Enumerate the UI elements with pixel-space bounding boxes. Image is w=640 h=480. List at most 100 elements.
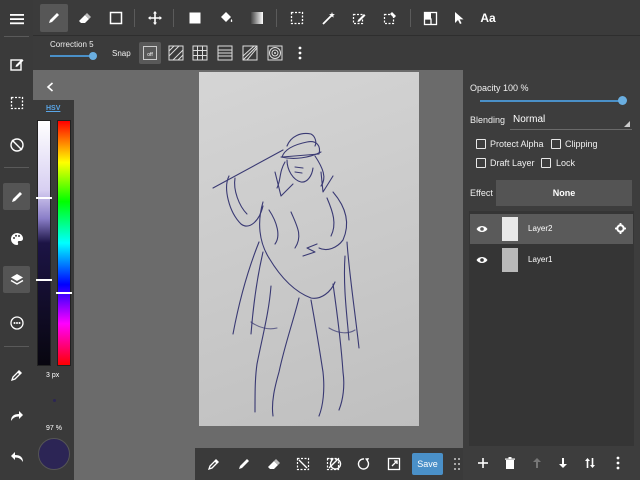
no-rotate-icon xyxy=(9,137,24,152)
hue-slider[interactable] xyxy=(57,120,71,366)
color-palette-button[interactable] xyxy=(3,225,30,252)
layer-opacity-label: Opacity 100 % xyxy=(470,83,529,93)
collapse-panel-button[interactable] xyxy=(40,78,60,96)
eye-icon[interactable] xyxy=(476,256,488,264)
palette-icon xyxy=(10,232,23,245)
magic-wand-tool-button[interactable] xyxy=(314,4,342,32)
effect-value: None xyxy=(552,188,576,198)
layers-icon xyxy=(10,273,23,285)
add-layer-button[interactable] xyxy=(471,450,495,476)
layer2-name: Layer2 xyxy=(528,224,553,233)
gradient-icon xyxy=(251,12,263,24)
undo-button[interactable] xyxy=(3,443,30,470)
draft-layer-checkbox[interactable] xyxy=(476,158,486,168)
canvas-paper[interactable] xyxy=(199,72,419,426)
eraser-tool-button[interactable] xyxy=(71,4,99,32)
hue-slider-marker[interactable] xyxy=(56,292,72,294)
snap-off-button[interactable]: off xyxy=(139,42,161,64)
rotate-left-button[interactable] xyxy=(322,452,348,476)
rectangle-tool-button[interactable] xyxy=(102,4,130,32)
save-button-label: Save xyxy=(417,459,438,469)
layers-button[interactable] xyxy=(3,266,30,293)
bottom-eyedropper-button[interactable] xyxy=(201,452,227,476)
snap-more-button[interactable] xyxy=(289,42,311,64)
rotate-right-icon xyxy=(357,458,370,470)
more-vertical-icon xyxy=(616,456,620,470)
snap-concentric-button[interactable] xyxy=(264,42,286,64)
fit-view-button[interactable] xyxy=(381,452,407,476)
snap-label: Snap xyxy=(112,49,131,58)
protect-alpha-label: Protect Alpha xyxy=(490,139,544,149)
chevron-left-icon xyxy=(46,82,54,92)
effect-button[interactable]: None xyxy=(496,180,632,206)
eye-icon[interactable] xyxy=(476,225,488,233)
move-layer-up-button[interactable] xyxy=(525,450,549,476)
delete-layer-button[interactable] xyxy=(498,450,522,476)
rotate-canvas-button[interactable] xyxy=(3,131,30,158)
left-rail xyxy=(0,0,33,480)
bucket-tool-button[interactable] xyxy=(212,4,240,32)
move-tool-button[interactable] xyxy=(141,4,169,32)
bottom-pen-button[interactable] xyxy=(231,452,257,476)
gradient-tool-button[interactable] xyxy=(243,4,271,32)
clipping-checkbox[interactable] xyxy=(551,139,561,149)
blending-select[interactable]: Normal xyxy=(510,110,632,130)
dropdown-triangle-icon xyxy=(624,121,630,127)
current-color-swatch[interactable] xyxy=(38,438,70,470)
select-rect-tool-button[interactable] xyxy=(283,4,311,32)
swap-layer-button[interactable] xyxy=(578,450,602,476)
rotate-right-button[interactable] xyxy=(351,452,377,476)
snap-parallel-button[interactable] xyxy=(165,42,187,64)
select-pen-tool-button[interactable] xyxy=(345,4,373,32)
fill-rect-icon xyxy=(189,12,201,24)
bottom-eraser-button[interactable] xyxy=(261,452,287,476)
lock-checkbox[interactable] xyxy=(541,158,551,168)
undo-icon xyxy=(10,451,23,462)
value-slider[interactable] xyxy=(37,120,51,366)
brush-panel-button[interactable] xyxy=(3,183,30,210)
parallel-lines-icon xyxy=(168,45,184,61)
pointer-tool-button[interactable] xyxy=(445,4,473,32)
blending-label: Blending xyxy=(470,115,506,125)
pen-tool-button[interactable] xyxy=(40,4,68,32)
move-layer-down-button[interactable] xyxy=(551,450,575,476)
correction-slider[interactable] xyxy=(50,55,94,57)
pen-icon xyxy=(49,13,59,23)
correction-label: Correction 5 xyxy=(50,40,94,49)
brush-opacity-label: 97 % xyxy=(46,425,62,432)
eyedropper-button[interactable] xyxy=(3,361,30,388)
lock-label: Lock xyxy=(556,158,576,168)
save-button[interactable]: Save xyxy=(412,453,443,475)
layer-row-layer2[interactable]: Layer2 xyxy=(470,214,633,244)
selection-button[interactable] xyxy=(3,89,30,116)
pen-icon xyxy=(11,191,22,202)
layer-opacity-slider[interactable] xyxy=(480,100,622,102)
select-eraser-tool-button[interactable] xyxy=(376,4,404,32)
snap-perspective-button[interactable] xyxy=(239,42,261,64)
layer-opacity-thumb[interactable] xyxy=(618,96,627,105)
value-slider-marker[interactable] xyxy=(36,197,52,199)
layer-more-button[interactable] xyxy=(606,450,630,476)
snap-horizontal-button[interactable] xyxy=(214,42,236,64)
color-mode-tab[interactable]: HSV xyxy=(46,105,60,112)
edit-canvas-button[interactable] xyxy=(3,50,30,77)
top-toolbar: Aa xyxy=(33,0,640,36)
bottom-bar-drag-handle[interactable] xyxy=(453,456,461,472)
protect-alpha-checkbox[interactable] xyxy=(476,139,486,149)
saturation-marker[interactable] xyxy=(36,279,52,281)
layer-row-layer1[interactable]: Layer1 xyxy=(470,245,633,275)
snap-grid-button[interactable] xyxy=(189,42,211,64)
redo-button[interactable] xyxy=(3,402,30,429)
layer1-name: Layer1 xyxy=(528,255,553,264)
menu-button[interactable] xyxy=(3,5,30,32)
fill-rect-tool-button[interactable] xyxy=(181,4,209,32)
eyedropper-icon xyxy=(207,459,219,471)
correction-slider-thumb[interactable] xyxy=(89,52,97,60)
text-icon: Aa xyxy=(480,11,496,25)
transform-tool-button[interactable] xyxy=(416,4,444,32)
gear-icon[interactable] xyxy=(615,223,626,234)
clear-button[interactable] xyxy=(290,452,316,476)
edit-square-icon xyxy=(9,58,23,71)
materials-button[interactable] xyxy=(3,309,30,336)
text-tool-button[interactable]: Aa xyxy=(474,4,502,32)
